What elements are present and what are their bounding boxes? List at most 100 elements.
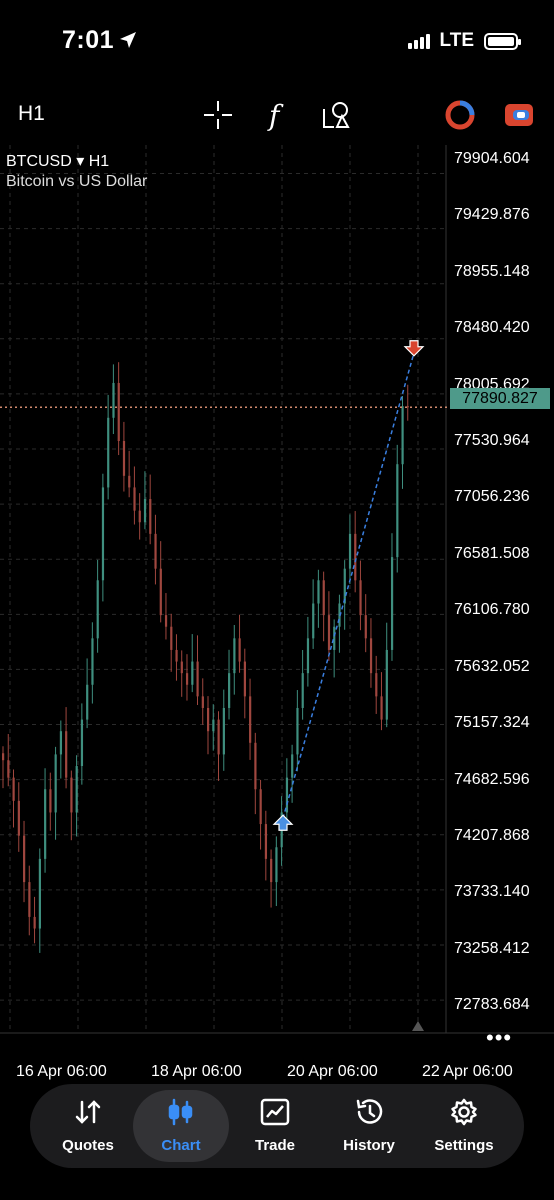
candle-body — [348, 533, 352, 569]
candle-body — [270, 858, 273, 883]
date-tick: 16 Apr 06:00 — [16, 1063, 107, 1080]
candle-body — [101, 487, 105, 581]
candle-body — [86, 684, 89, 720]
candle-body — [217, 719, 220, 755]
candle-body — [354, 533, 357, 581]
candle-body — [175, 649, 178, 662]
price-tick: 73258.412 — [454, 940, 530, 957]
price-tick: 73733.140 — [454, 883, 530, 900]
timeframe-button[interactable]: H1 — [18, 102, 45, 126]
candle-body — [2, 753, 5, 761]
tab-trade[interactable]: Trade — [227, 1090, 323, 1162]
price-tick: 74682.596 — [454, 771, 530, 788]
candle-body — [70, 777, 73, 813]
price-tick: 76581.508 — [454, 545, 530, 562]
candle-body — [238, 638, 241, 662]
price-tick: 75157.324 — [454, 714, 530, 731]
signal-icon — [407, 33, 430, 49]
date-tick: 20 Apr 06:00 — [287, 1063, 378, 1080]
candle-body — [259, 789, 262, 825]
candle-body — [128, 475, 131, 488]
buy-arrow-icon — [272, 814, 294, 831]
candle-body — [180, 661, 183, 674]
account-icon[interactable] — [443, 98, 477, 132]
network-label: LTE — [439, 30, 474, 51]
candle-body — [170, 626, 173, 650]
tab-bar: Quotes Chart Trade History Settings — [30, 1084, 524, 1168]
candle-body — [369, 638, 373, 674]
price-tick: 76106.780 — [454, 601, 530, 618]
status-bar: 7:01 LTE — [0, 0, 554, 84]
tab-label: Trade — [254, 1137, 296, 1154]
candle-body — [49, 789, 52, 813]
price-tick: 78955.148 — [454, 263, 530, 280]
location-icon — [118, 30, 138, 55]
candle-body — [96, 580, 99, 639]
history-icon — [354, 1098, 384, 1131]
price-chart[interactable]: BTCUSD ▾ H1 Bitcoin vs US Dollar 79904.6… — [0, 145, 554, 1080]
quotes-icon — [73, 1098, 103, 1131]
candle-body — [317, 580, 320, 604]
candle-body — [364, 615, 367, 639]
tab-label: History — [343, 1137, 395, 1154]
candle-body — [385, 649, 388, 720]
candle-body — [191, 661, 194, 685]
candle-body — [38, 858, 41, 929]
candle-body — [406, 406, 409, 408]
candle-body — [185, 673, 189, 685]
candle-body — [333, 626, 336, 650]
crosshair-icon[interactable] — [201, 98, 235, 132]
candle-body — [296, 707, 299, 755]
candle-body — [222, 707, 225, 755]
price-tick: 72783.684 — [454, 996, 530, 1013]
battery-icon — [484, 32, 521, 50]
date-tick: 18 Apr 06:00 — [151, 1063, 242, 1080]
price-tick: 78480.420 — [454, 319, 530, 336]
price-tick: 79429.876 — [454, 206, 530, 223]
candle-body — [12, 777, 15, 801]
candle-body — [301, 673, 304, 708]
price-tick: 79904.604 — [454, 150, 530, 167]
candle-body — [233, 638, 236, 674]
trade-line — [282, 352, 415, 819]
price-tick: 75632.052 — [454, 658, 530, 675]
tab-label: Settings — [434, 1137, 494, 1154]
candle-body — [122, 441, 126, 476]
candle-body — [285, 777, 289, 813]
candle-body — [201, 696, 204, 708]
tab-chart[interactable]: Chart — [133, 1090, 229, 1162]
candle-body — [28, 882, 31, 917]
more-icon[interactable]: ••• — [486, 1025, 512, 1051]
candle-body — [54, 754, 57, 813]
function-icon[interactable]: f — [261, 98, 295, 132]
candle-body — [80, 719, 84, 767]
candle-body — [164, 615, 168, 627]
toggle-icon[interactable] — [502, 98, 536, 132]
objects-icon[interactable] — [319, 98, 353, 132]
candle-body — [138, 510, 141, 523]
chart-shift-icon — [412, 1021, 424, 1031]
candle-body — [275, 847, 278, 883]
candle-body — [154, 533, 157, 569]
candle-body — [343, 568, 346, 604]
price-tick: 74207.868 — [454, 827, 530, 844]
candle-body — [249, 696, 252, 743]
trade-icon — [260, 1098, 290, 1131]
tab-quotes[interactable]: Quotes — [40, 1090, 136, 1162]
tab-label: Quotes — [62, 1137, 114, 1154]
tab-history[interactable]: History — [321, 1090, 417, 1162]
candle-body — [380, 696, 383, 720]
candle-body — [375, 673, 378, 697]
candle-body — [212, 719, 215, 732]
tab-settings[interactable]: Settings — [416, 1090, 512, 1162]
candle-body — [44, 789, 47, 859]
symbol-title[interactable]: BTCUSD ▾ H1 — [6, 151, 109, 171]
candle-body — [23, 835, 26, 883]
candle-body — [75, 766, 78, 813]
candle-body — [143, 499, 147, 523]
candle-body — [254, 742, 257, 790]
candle-body — [91, 638, 94, 685]
candle-body — [17, 800, 20, 836]
sell-arrow-icon — [403, 340, 425, 357]
candle-body — [401, 406, 404, 465]
